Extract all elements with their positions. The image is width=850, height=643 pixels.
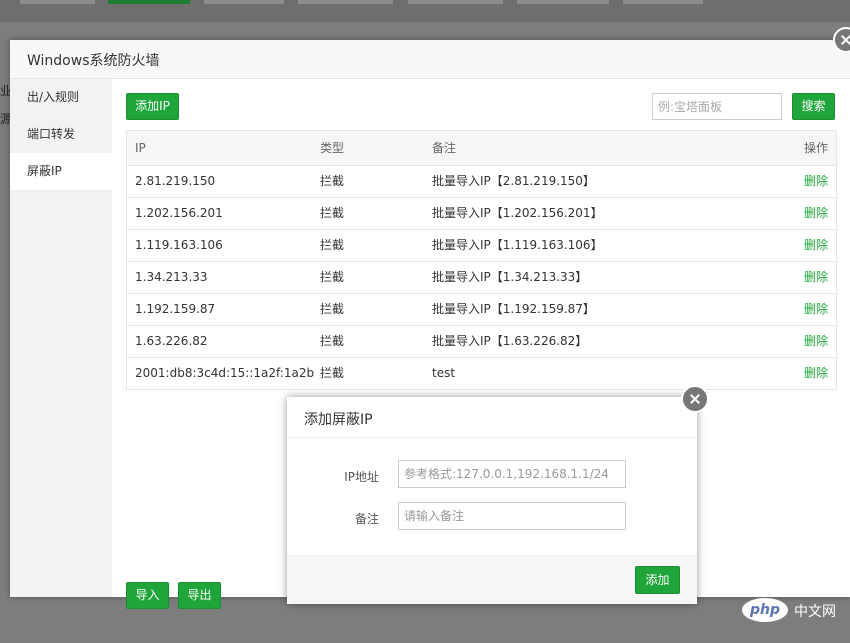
table-row: 1.119.163.106 拦截 批量导入IP【1.119.163.106】 删… [127, 230, 836, 262]
delete-link[interactable]: 删除 [804, 294, 828, 325]
sub-dialog-title: 添加屏蔽IP [304, 412, 373, 428]
background-tab [20, 0, 95, 4]
cell-ip: 1.34.213.33 [135, 270, 208, 284]
background-tab [408, 0, 503, 4]
cell-note: test [432, 366, 456, 380]
cell-ip: 1.63.226.82 [135, 334, 208, 348]
cell-ip: 1.119.163.106 [135, 238, 223, 252]
cell-type: 拦截 [320, 302, 345, 316]
cell-ip: 1.192.159.87 [135, 302, 216, 316]
blocked-ip-table: IP 类型 备注 操作 2.81.219.150 拦截 批量导入IP【2.81.… [126, 130, 837, 390]
add-ip-button[interactable]: 添加IP [126, 93, 179, 120]
header-op: 操作 [803, 141, 828, 155]
cell-ip: 2.81.219.150 [135, 174, 216, 188]
cell-note: 批量导入IP【1.202.156.201】 [432, 206, 603, 220]
note-label: 备注 [354, 512, 379, 526]
table-row: 1.34.213.33 拦截 批量导入IP【1.34.213.33】 删除 [127, 262, 836, 294]
cell-type: 拦截 [320, 238, 345, 252]
delete-link[interactable]: 删除 [804, 358, 828, 389]
cell-note: 批量导入IP【2.81.219.150】 [432, 174, 595, 188]
search-button[interactable]: 搜索 [792, 93, 835, 120]
table-row: 1.202.156.201 拦截 批量导入IP【1.202.156.201】 删… [127, 198, 836, 230]
watermark-text: 中文网 [794, 604, 836, 620]
close-icon [835, 29, 850, 51]
header-note: 备注 [432, 141, 457, 155]
delete-link[interactable]: 删除 [804, 230, 828, 261]
cell-type: 拦截 [320, 366, 345, 380]
close-dialog-button[interactable] [833, 27, 850, 53]
background-tab [298, 0, 393, 4]
background-tab-active [108, 0, 190, 4]
table-row: 2001:db8:3c4d:15::1a2f:1a2b 拦截 test 删除 [127, 358, 836, 390]
close-icon [683, 387, 707, 411]
ip-address-input[interactable] [398, 460, 626, 488]
sidebar-item-block-ip[interactable]: 屏蔽IP [10, 153, 112, 190]
cell-note: 批量导入IP【1.34.213.33】 [432, 270, 588, 284]
delete-link[interactable]: 删除 [804, 326, 828, 357]
sidebar: 出/入规则 端口转发 屏蔽IP [10, 79, 112, 597]
export-button[interactable]: 导出 [178, 582, 221, 609]
search-input[interactable] [652, 93, 782, 120]
cell-type: 拦截 [320, 174, 345, 188]
table-row: 1.192.159.87 拦截 批量导入IP【1.192.159.87】 删除 [127, 294, 836, 326]
delete-link[interactable]: 删除 [804, 198, 828, 229]
cell-note: 批量导入IP【1.63.226.82】 [432, 334, 588, 348]
delete-link[interactable]: 删除 [804, 262, 828, 293]
sidebar-item-rules[interactable]: 出/入规则 [10, 79, 112, 116]
php-logo: php [742, 598, 788, 622]
background-tab [623, 0, 703, 4]
cell-type: 拦截 [320, 270, 345, 284]
note-input[interactable] [398, 502, 626, 530]
background-tab [517, 0, 609, 4]
dialog-title: Windows系统防火墙 [27, 53, 160, 69]
cell-ip: 1.202.156.201 [135, 206, 223, 220]
sidebar-item-port-forward[interactable]: 端口转发 [10, 116, 112, 153]
confirm-add-button[interactable]: 添加 [635, 566, 680, 594]
table-row: 1.63.226.82 拦截 批量导入IP【1.63.226.82】 删除 [127, 326, 836, 358]
header-ip: IP [135, 141, 146, 155]
cell-note: 批量导入IP【1.192.159.87】 [432, 302, 595, 316]
import-button[interactable]: 导入 [126, 582, 169, 609]
table-header: IP 类型 备注 操作 [127, 131, 836, 166]
add-block-ip-dialog: 添加屏蔽IP IP地址 备注 添加 [287, 385, 709, 604]
cell-type: 拦截 [320, 206, 345, 220]
header-type: 类型 [320, 141, 345, 155]
sub-dialog-footer: 添加 [287, 555, 697, 604]
ip-address-label: IP地址 [344, 470, 379, 484]
dialog-header: Windows系统防火墙 [10, 40, 850, 79]
table-row: 2.81.219.150 拦截 批量导入IP【2.81.219.150】 删除 [127, 166, 836, 198]
delete-link[interactable]: 删除 [804, 166, 828, 197]
sub-dialog-header: 添加屏蔽IP [287, 397, 697, 438]
background-tab [204, 0, 284, 4]
close-sub-dialog-button[interactable] [681, 385, 709, 413]
cell-type: 拦截 [320, 334, 345, 348]
cell-note: 批量导入IP【1.119.163.106】 [432, 238, 603, 252]
cell-ip: 2001:db8:3c4d:15::1a2f:1a2b [135, 366, 315, 380]
